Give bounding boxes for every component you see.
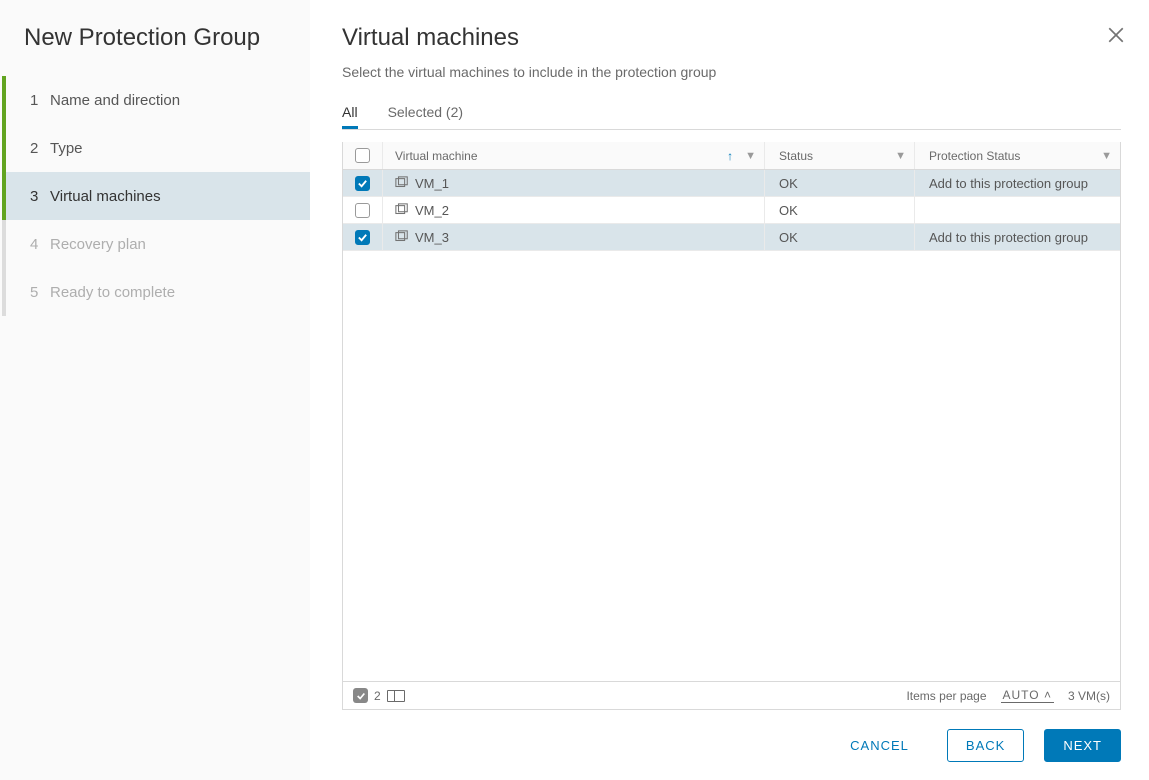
vm-name: VM_1 — [415, 176, 449, 191]
step-type[interactable]: 2 Type — [2, 124, 310, 172]
step-number: 4 — [30, 236, 50, 253]
step-label: Virtual machines — [50, 188, 161, 205]
selected-count: 2 — [374, 689, 381, 703]
table-header: Virtual machine ↑ ▼ Status ▼ Protection … — [343, 142, 1120, 170]
column-protection-label[interactable]: Protection Status — [929, 149, 1020, 163]
step-number: 2 — [30, 140, 50, 157]
step-label: Type — [50, 140, 83, 157]
row-checkbox[interactable] — [355, 203, 370, 218]
close-icon[interactable] — [1107, 26, 1125, 44]
filter-icon[interactable]: ▼ — [745, 150, 756, 162]
vm-icon — [395, 176, 409, 190]
table-footer: 2 Items per page AUTO ˄ 3 VM(s) — [343, 681, 1120, 709]
wizard-main: Virtual machines Select the virtual mach… — [310, 0, 1149, 780]
row-checkbox[interactable] — [355, 176, 370, 191]
table-body: VM_1 OK Add to this protection group VM_… — [343, 170, 1120, 681]
wizard-title: New Protection Group — [0, 24, 310, 76]
table-row[interactable]: VM_1 OK Add to this protection group — [343, 170, 1120, 197]
step-ready-to-complete: 5 Ready to complete — [2, 268, 310, 316]
vm-status: OK — [779, 176, 798, 191]
vm-table: Virtual machine ↑ ▼ Status ▼ Protection … — [342, 142, 1121, 710]
vm-name: VM_2 — [415, 203, 449, 218]
cancel-button[interactable]: CANCEL — [832, 730, 927, 761]
column-vm-label[interactable]: Virtual machine — [395, 149, 478, 163]
items-per-page-label: Items per page — [906, 689, 986, 703]
step-number: 1 — [30, 92, 50, 109]
vm-status: OK — [779, 203, 798, 218]
selection-indicator-icon — [353, 688, 368, 703]
total-count: 3 VM(s) — [1068, 689, 1110, 703]
filter-icon[interactable]: ▼ — [1101, 150, 1112, 162]
vm-icon — [395, 203, 409, 217]
row-checkbox[interactable] — [355, 230, 370, 245]
vm-status: OK — [779, 230, 798, 245]
step-label: Recovery plan — [50, 236, 146, 253]
step-recovery-plan: 4 Recovery plan — [2, 220, 310, 268]
step-virtual-machines[interactable]: 3 Virtual machines — [2, 172, 310, 220]
select-all-checkbox[interactable] — [355, 148, 370, 163]
step-label: Name and direction — [50, 92, 180, 109]
filter-icon[interactable]: ▼ — [895, 150, 906, 162]
step-label: Ready to complete — [50, 284, 175, 301]
items-per-page-select[interactable]: AUTO ˄ — [1001, 688, 1054, 703]
items-per-page-value: AUTO — [1003, 688, 1040, 702]
page-subtitle: Select the virtual machines to include i… — [342, 64, 1121, 80]
vm-icon — [395, 230, 409, 244]
tab-selected[interactable]: Selected (2) — [388, 98, 463, 129]
wizard-buttons: CANCEL BACK NEXT — [342, 710, 1121, 780]
vm-protection-status: Add to this protection group — [929, 176, 1088, 191]
vm-name: VM_3 — [415, 230, 449, 245]
table-row[interactable]: VM_2 OK — [343, 197, 1120, 224]
column-status-label[interactable]: Status — [779, 149, 813, 163]
tab-all[interactable]: All — [342, 98, 358, 129]
sort-ascending-icon[interactable]: ↑ — [727, 149, 733, 163]
column-settings-icon[interactable] — [387, 690, 405, 702]
next-button[interactable]: NEXT — [1044, 729, 1121, 762]
page-title: Virtual machines — [342, 24, 1121, 52]
table-row[interactable]: VM_3 OK Add to this protection group — [343, 224, 1120, 251]
step-number: 5 — [30, 284, 50, 301]
vm-protection-status: Add to this protection group — [929, 230, 1088, 245]
step-name-and-direction[interactable]: 1 Name and direction — [2, 76, 310, 124]
step-number: 3 — [30, 188, 50, 205]
wizard-sidebar: New Protection Group 1 Name and directio… — [0, 0, 310, 780]
back-button[interactable]: BACK — [947, 729, 1024, 762]
chevron-up-icon: ˄ — [1044, 688, 1052, 702]
